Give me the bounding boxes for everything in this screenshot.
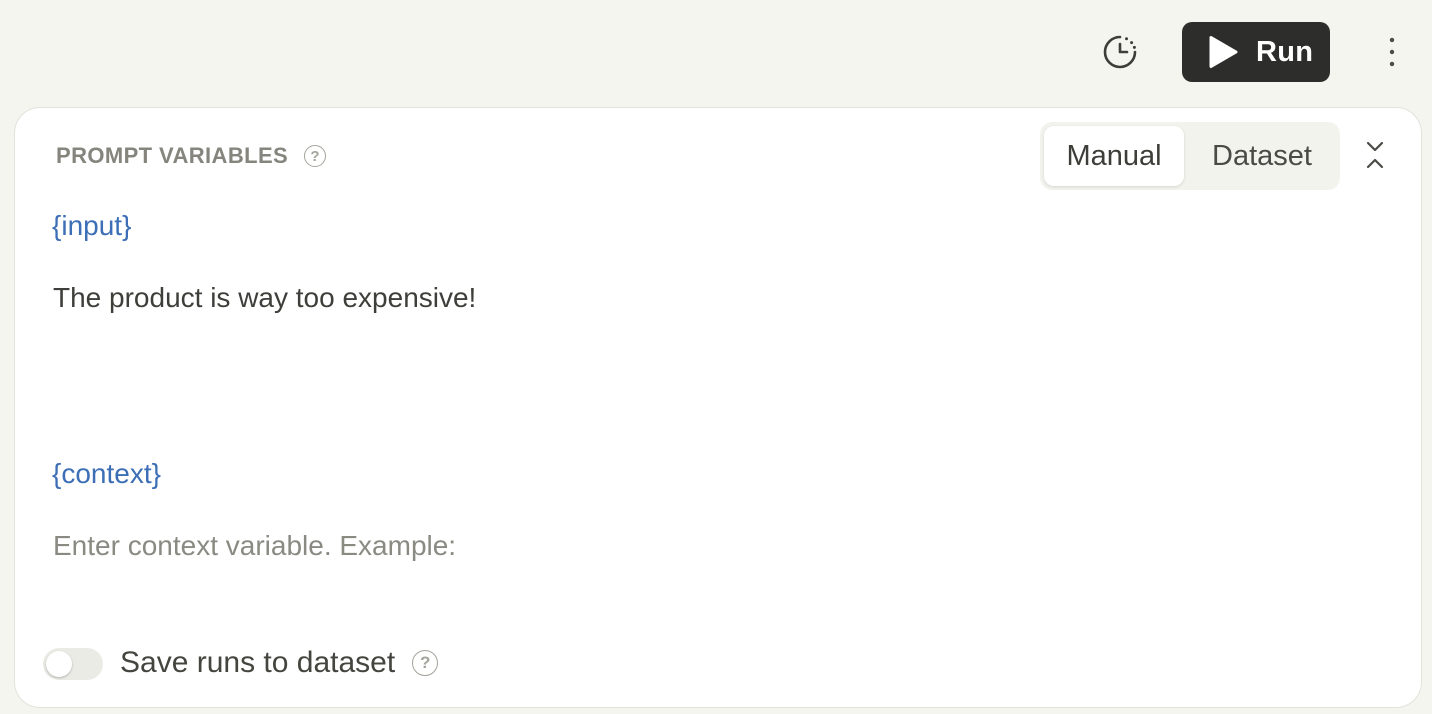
- panel-header: PROMPT VARIABLES ?: [56, 143, 327, 169]
- help-circle-icon[interactable]: ?: [412, 650, 439, 676]
- save-runs-label: Save runs to dataset: [120, 646, 396, 679]
- run-button-label: Run: [1256, 35, 1314, 68]
- save-runs-toggle[interactable]: [43, 648, 103, 680]
- input-variable-field[interactable]: The product is way too expensive!: [53, 282, 1383, 402]
- history-clock-icon: [1103, 35, 1137, 69]
- play-icon: [1208, 35, 1238, 69]
- run-button[interactable]: Run: [1182, 22, 1330, 82]
- more-vertical-icon: [1389, 37, 1395, 67]
- toggle-knob: [46, 651, 72, 677]
- save-runs-row: Save runs to dataset ?: [120, 646, 439, 680]
- help-circle-icon[interactable]: ?: [304, 145, 327, 167]
- more-options-button[interactable]: [1378, 32, 1406, 72]
- tab-manual[interactable]: Manual: [1044, 126, 1184, 186]
- collapse-button[interactable]: [1361, 138, 1389, 172]
- panel-title: PROMPT VARIABLES: [56, 143, 289, 168]
- history-button[interactable]: [1098, 32, 1142, 72]
- mode-switcher: Manual Dataset: [1040, 122, 1340, 190]
- variable-name-input: {input}: [52, 210, 132, 241]
- variable-name-context: {context}: [52, 458, 161, 489]
- top-toolbar: Run: [0, 0, 1432, 106]
- tab-dataset[interactable]: Dataset: [1190, 126, 1334, 186]
- context-variable-field[interactable]: [53, 530, 1383, 610]
- prompt-variables-panel: PROMPT VARIABLES ? Manual Dataset {input…: [14, 107, 1422, 708]
- collapse-icon: [1366, 141, 1384, 169]
